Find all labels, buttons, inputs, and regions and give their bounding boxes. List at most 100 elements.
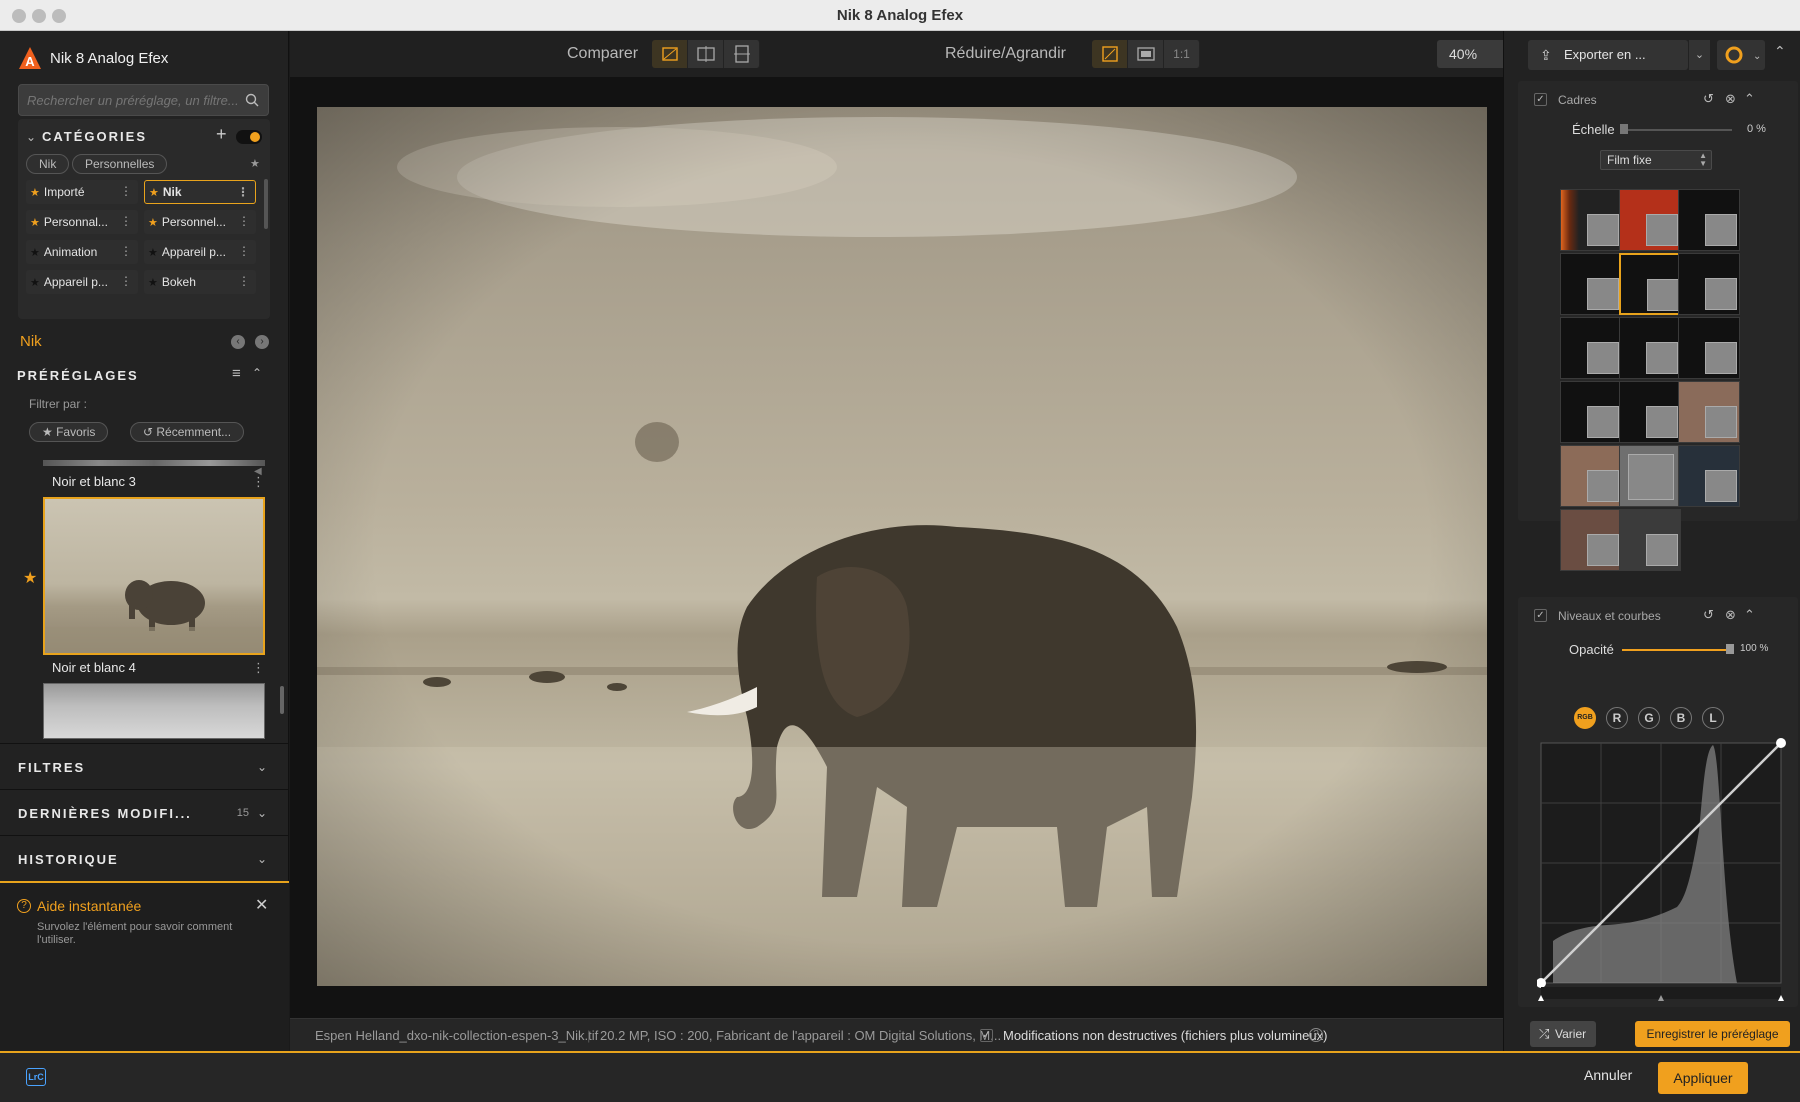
- frames-enable-checkbox[interactable]: ✓: [1534, 93, 1547, 106]
- image-canvas[interactable]: [290, 77, 1503, 1018]
- category-item[interactable]: ★ Appareil p... ⋮: [144, 240, 256, 264]
- categories-toggle[interactable]: [236, 130, 262, 144]
- close-help-icon[interactable]: ✕: [255, 895, 268, 915]
- frame-thumbnail[interactable]: [1678, 445, 1740, 507]
- opacity-slider[interactable]: [1622, 644, 1734, 654]
- help-icon[interactable]: ?: [1309, 1028, 1323, 1042]
- more-icon[interactable]: ⋮: [237, 185, 249, 199]
- frame-thumbnail[interactable]: [1560, 253, 1622, 315]
- category-item[interactable]: ★ Personnal... ⋮: [26, 210, 138, 234]
- file-name: Espen Helland_dxo-nik-collection-espen-3…: [315, 1028, 599, 1043]
- filters-section-header[interactable]: FILTRES ⌄: [0, 743, 289, 789]
- fill-screen-button[interactable]: [1128, 40, 1164, 68]
- frame-thumbnail[interactable]: [1619, 189, 1681, 251]
- collapse-left-panel-icon[interactable]: ◀: [254, 466, 262, 477]
- preview-image[interactable]: [317, 107, 1487, 986]
- scale-slider[interactable]: [1620, 124, 1732, 134]
- preset-thumbnail-partial[interactable]: [43, 460, 265, 466]
- fill-screen-icon: [1137, 47, 1155, 61]
- left-panel: A Nik 8 Analog Efex ⌄ CATÉGORIES + Nik P…: [0, 31, 289, 1051]
- categories-scrollbar[interactable]: [264, 179, 268, 229]
- export-button[interactable]: ⇪ Exporter en ...: [1528, 40, 1688, 70]
- frame-thumbnail[interactable]: [1560, 445, 1622, 507]
- category-item[interactable]: ★ Bokeh ⋮: [144, 270, 256, 294]
- one-to-one-button[interactable]: 1:1: [1164, 40, 1200, 68]
- frame-thumbnail[interactable]: [1619, 509, 1681, 571]
- preset-thumbnail-partial[interactable]: [43, 683, 265, 739]
- app-name: Nik 8 Analog Efex: [50, 49, 169, 67]
- more-icon[interactable]: ⋮: [252, 660, 265, 676]
- nondestructive-checkbox[interactable]: ✓: [980, 1029, 993, 1042]
- search-input[interactable]: [19, 85, 239, 115]
- recent-edits-section-header[interactable]: DERNIÈRES MODIFI... 15 ⌄: [0, 789, 289, 835]
- category-item[interactable]: ★ Personnel... ⋮: [144, 210, 256, 234]
- prev-category-icon[interactable]: ‹: [231, 335, 245, 349]
- frame-thumbnail[interactable]: [1560, 381, 1622, 443]
- collapse-all-icon[interactable]: ⌃: [1774, 43, 1786, 60]
- curves-editor[interactable]: [1537, 711, 1797, 1011]
- levels-enable-checkbox[interactable]: ✓: [1534, 609, 1547, 622]
- category-item[interactable]: ★ Importé ⋮: [26, 180, 138, 204]
- slider-thumb[interactable]: [1726, 644, 1734, 654]
- remove-icon[interactable]: ⊗: [1725, 607, 1736, 623]
- more-icon[interactable]: ⋮: [120, 184, 132, 198]
- more-icon[interactable]: ⋮: [238, 274, 250, 288]
- scale-label: Échelle: [1572, 122, 1615, 137]
- remove-icon[interactable]: ⊗: [1725, 91, 1736, 107]
- slider-thumb[interactable]: [1620, 124, 1628, 134]
- reset-icon[interactable]: ↺: [1703, 607, 1714, 623]
- frame-thumbnail-selected[interactable]: [1619, 253, 1681, 315]
- preset-thumbnail-selected[interactable]: [43, 497, 265, 655]
- favorite-star-icon[interactable]: ★: [23, 568, 37, 588]
- presets-title: PRÉRÉGLAGES: [17, 368, 139, 383]
- frame-thumbnail[interactable]: [1678, 381, 1740, 443]
- more-icon[interactable]: ⋮: [120, 244, 132, 258]
- frame-thumbnail[interactable]: [1560, 317, 1622, 379]
- category-item[interactable]: ★ Appareil p... ⋮: [26, 270, 138, 294]
- compare-off-button[interactable]: [652, 40, 688, 68]
- more-icon[interactable]: ⋮: [120, 214, 132, 228]
- instant-help-panel: ? Aide instantanée ✕ Survolez l'élément …: [0, 881, 289, 1051]
- more-icon[interactable]: ⋮: [238, 244, 250, 258]
- chevron-up-icon[interactable]: ⌃: [1744, 607, 1755, 623]
- search-icon: [245, 93, 259, 107]
- chevron-up-icon[interactable]: ⌃: [1744, 91, 1755, 107]
- next-category-icon[interactable]: ›: [255, 335, 269, 349]
- category-item[interactable]: ★ Animation ⋮: [26, 240, 138, 264]
- more-icon[interactable]: ⋮: [238, 214, 250, 228]
- frame-thumbnail[interactable]: [1619, 445, 1681, 507]
- apply-button[interactable]: Appliquer: [1658, 1062, 1748, 1094]
- categories-collapse-icon[interactable]: ⌄: [26, 130, 36, 144]
- tab-nik[interactable]: Nik: [26, 154, 70, 174]
- save-preset-button[interactable]: Enregistrer le préréglage: [1635, 1021, 1790, 1047]
- tab-personnelles[interactable]: Personnelles: [72, 154, 168, 174]
- more-icon[interactable]: ⋮: [120, 274, 132, 288]
- frame-thumbnail[interactable]: [1678, 317, 1740, 379]
- filter-favorites-button[interactable]: ★ Favoris: [29, 422, 109, 442]
- export-options-button[interactable]: ⌄: [1688, 40, 1710, 70]
- frame-thumbnail[interactable]: [1678, 253, 1740, 315]
- history-section-header[interactable]: HISTORIQUE ⌄: [0, 835, 289, 881]
- frame-type-select[interactable]: Film fixe ▲ ▼: [1600, 150, 1712, 170]
- fit-to-screen-button[interactable]: [1092, 40, 1128, 68]
- vary-button[interactable]: ⤮ Varier: [1530, 1021, 1596, 1047]
- filter-recent-button[interactable]: ↺ Récemment...: [130, 422, 245, 442]
- nik-collection-menu-button[interactable]: ⌄: [1717, 40, 1765, 70]
- frame-thumbnail[interactable]: [1678, 189, 1740, 251]
- favorite-filter-icon[interactable]: ★: [250, 157, 260, 170]
- reset-icon[interactable]: ↺: [1703, 91, 1714, 107]
- compare-split-horizontal-button[interactable]: [724, 40, 760, 68]
- frame-thumbnail[interactable]: [1560, 509, 1622, 571]
- add-category-icon[interactable]: +: [216, 124, 227, 145]
- compare-split-vertical-button[interactable]: [688, 40, 724, 68]
- presets-list-icon[interactable]: ≡: [232, 365, 241, 382]
- search-box[interactable]: [18, 84, 269, 116]
- category-item[interactable]: ★ Nik ⋮: [144, 180, 256, 204]
- frame-thumbnail[interactable]: [1619, 317, 1681, 379]
- presets-collapse-icon[interactable]: ⌃: [252, 366, 262, 380]
- frame-thumbnail[interactable]: [1560, 189, 1622, 251]
- cancel-button[interactable]: Annuler: [1584, 1067, 1632, 1083]
- presets-scrollbar[interactable]: [280, 686, 284, 714]
- frame-thumbnail[interactable]: [1619, 381, 1681, 443]
- elephant-thumbnail-image: [45, 580, 263, 653]
